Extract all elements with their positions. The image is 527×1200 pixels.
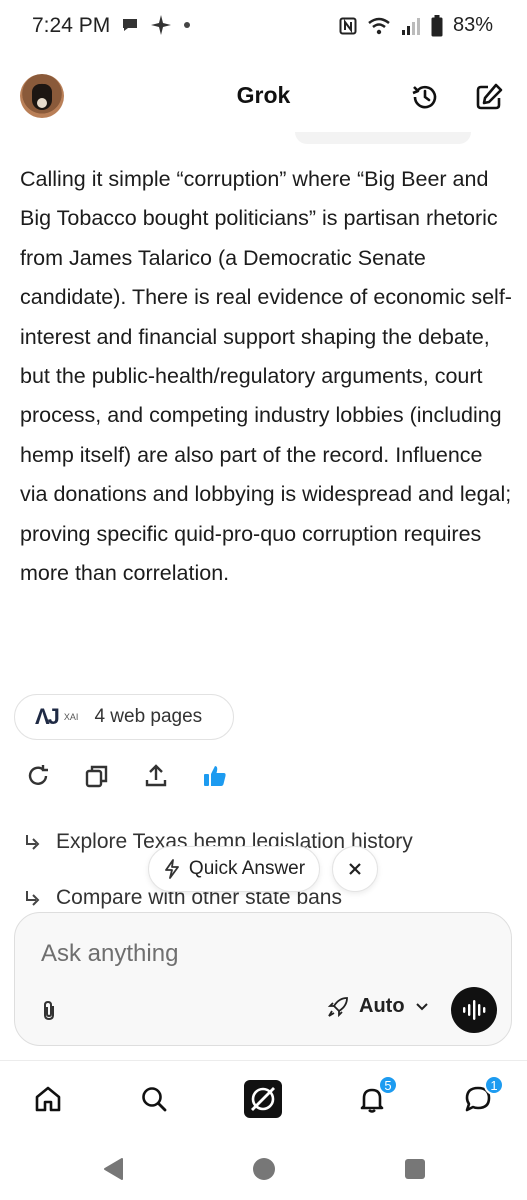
grok-icon — [244, 1080, 282, 1118]
home-icon — [35, 1086, 61, 1112]
copy-button[interactable] — [83, 762, 111, 790]
mode-select[interactable]: Auto — [327, 995, 429, 1018]
follow-up-arrow-icon — [26, 891, 40, 906]
history-button[interactable] — [408, 80, 442, 114]
search-icon — [142, 1087, 167, 1112]
share-icon — [145, 764, 167, 787]
app-header: Grok — [0, 68, 527, 128]
back-triangle-icon — [104, 1158, 123, 1180]
home-circle-icon — [253, 1158, 275, 1180]
attach-button[interactable] — [35, 997, 63, 1025]
messages-badge: 1 — [484, 1075, 504, 1095]
source-logo-small: XAI — [63, 712, 79, 722]
regenerate-icon — [28, 765, 48, 785]
status-left-icons — [120, 14, 192, 36]
battery-icon — [431, 14, 443, 36]
system-back-button[interactable] — [100, 1156, 126, 1182]
new-chat-button[interactable] — [472, 80, 506, 114]
battery-level: 83% — [452, 14, 493, 36]
bottom-nav: 5 1 — [0, 1060, 527, 1140]
source-logo: ΛJ — [35, 704, 60, 729]
mode-label: Auto — [359, 995, 405, 1017]
copy-icon — [85, 765, 108, 788]
quick-answer-label: Quick Answer — [188, 858, 306, 879]
follow-up-arrow-icon — [26, 835, 40, 850]
nav-messages[interactable]: 1 — [458, 1075, 504, 1119]
ask-input[interactable] — [41, 937, 481, 971]
regenerate-button[interactable] — [24, 762, 52, 790]
nav-search[interactable] — [134, 1079, 174, 1119]
dot-icon — [184, 22, 190, 28]
sources-label: 4 web pages — [94, 706, 203, 727]
thumbs-up-icon — [204, 766, 226, 786]
like-button[interactable] — [201, 762, 229, 790]
recents-square-icon — [405, 1159, 425, 1179]
status-bar: 7:24 PM 83% — [0, 0, 527, 56]
new-chat-icon — [476, 83, 503, 110]
composer: Auto — [14, 912, 512, 1046]
signal-icon — [401, 17, 420, 35]
system-recents-button[interactable] — [402, 1156, 428, 1182]
voice-button[interactable] — [451, 987, 497, 1033]
page-title: Grok — [236, 82, 291, 108]
nfc-icon — [339, 17, 357, 34]
close-icon — [349, 863, 361, 875]
wifi-icon — [368, 17, 390, 34]
chevron-down-icon — [415, 1002, 428, 1010]
previous-content-fade — [295, 132, 471, 144]
nav-grok[interactable] — [243, 1079, 283, 1119]
sparkle-icon — [151, 15, 171, 35]
share-button[interactable] — [142, 762, 170, 790]
quick-answer-button[interactable]: Quick Answer — [148, 846, 320, 892]
sources-button[interactable]: ΛJ XAI 4 web pages — [14, 694, 234, 740]
notifications-badge: 5 — [378, 1075, 398, 1095]
status-right: 83% — [339, 14, 493, 37]
history-icon — [412, 85, 437, 109]
rocket-icon — [327, 996, 348, 1017]
nav-notifications[interactable]: 5 — [352, 1075, 398, 1119]
assistant-message: Calling it simple “corruption” where “Bi… — [20, 167, 512, 586]
paperclip-icon — [44, 1000, 54, 1021]
quick-answer-close-button[interactable] — [332, 846, 378, 892]
voice-waveform-icon — [463, 1000, 486, 1020]
nav-home[interactable] — [28, 1079, 68, 1119]
message-actions — [24, 762, 229, 790]
status-time: 7:24 PM — [32, 14, 111, 37]
chat-bubble-icon — [123, 19, 137, 31]
system-home-button[interactable] — [251, 1156, 277, 1182]
lightning-icon — [165, 859, 179, 879]
system-nav — [0, 1140, 527, 1200]
